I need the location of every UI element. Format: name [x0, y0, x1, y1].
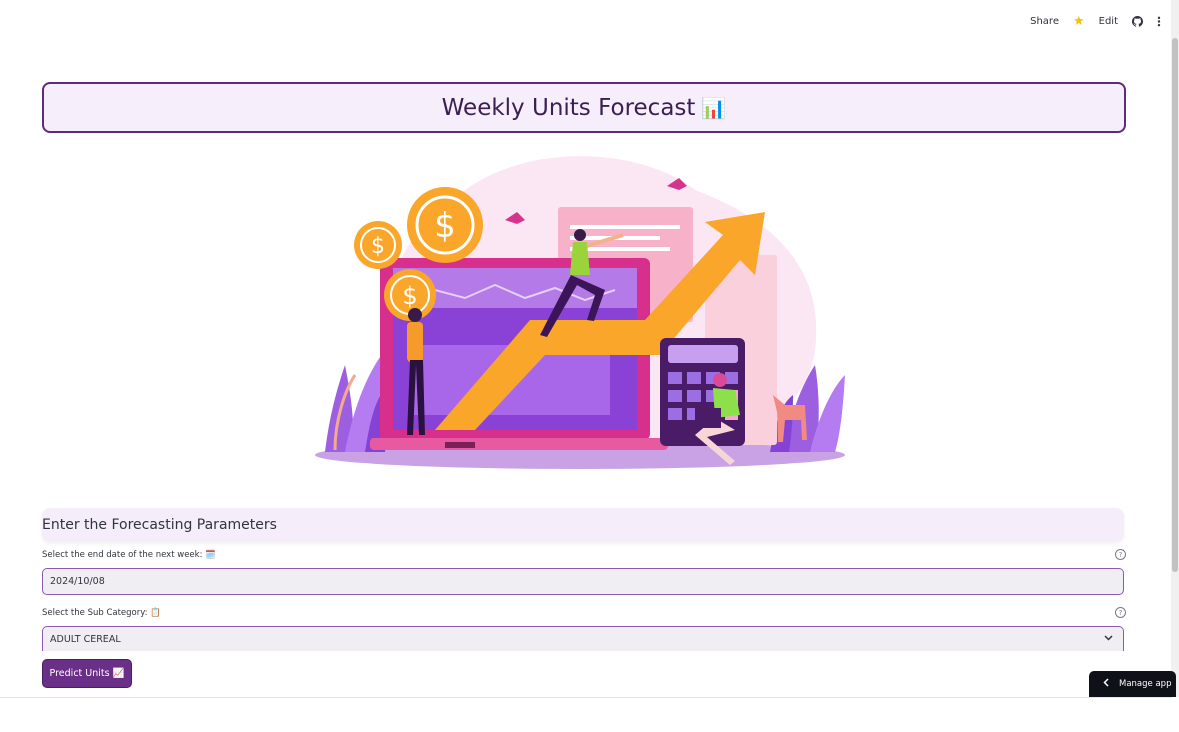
svg-text:$: $	[434, 206, 456, 246]
github-icon[interactable]	[1132, 16, 1143, 27]
help-icon[interactable]: ?	[1115, 549, 1126, 560]
star-icon[interactable]: ★	[1073, 14, 1085, 29]
scrollbar[interactable]	[1171, 0, 1179, 697]
manage-app-label: Manage app	[1119, 679, 1172, 689]
parameters-header: Enter the Forecasting Parameters	[42, 508, 1124, 542]
more-menu-icon[interactable]	[1157, 16, 1161, 27]
share-button[interactable]: Share	[1030, 16, 1059, 27]
chevron-left-icon	[1103, 678, 1109, 690]
help-icon[interactable]: ?	[1115, 607, 1126, 618]
subcategory-select-value: ADULT CEREAL	[50, 633, 121, 645]
date-label: Select the end date of the next week: 🗓️	[42, 549, 216, 560]
app-toolbar: Share ★ Edit	[1030, 14, 1161, 29]
manage-app-button[interactable]: Manage app	[1089, 671, 1176, 697]
edit-button[interactable]: Edit	[1099, 16, 1118, 27]
date-input-value: 2024/10/08	[50, 576, 105, 587]
svg-text:$: $	[402, 282, 417, 310]
footer-divider	[0, 697, 1172, 698]
bar-chart-emoji: 📊	[701, 95, 727, 120]
svg-text:$: $	[371, 234, 385, 259]
page-title: Weekly Units Forecast	[441, 94, 696, 121]
subcategory-label: Select the Sub Category: 📋	[42, 607, 161, 618]
subcategory-select[interactable]: ADULT CEREAL	[42, 626, 1124, 651]
page-title-box: Weekly Units Forecast 📊	[42, 82, 1126, 133]
parameters-heading: Enter the Forecasting Parameters	[42, 517, 277, 533]
predict-units-button[interactable]: Predict Units 📈	[42, 659, 132, 688]
date-label-row: Select the end date of the next week: 🗓️…	[42, 549, 1126, 560]
subcategory-label-row: Select the Sub Category: 📋 ?	[42, 607, 1126, 618]
forecast-illustration: $ $ $	[315, 156, 845, 469]
date-input[interactable]: 2024/10/08	[42, 568, 1124, 595]
chevron-down-icon[interactable]	[1104, 634, 1113, 644]
scrollbar-thumb[interactable]	[1172, 38, 1178, 572]
